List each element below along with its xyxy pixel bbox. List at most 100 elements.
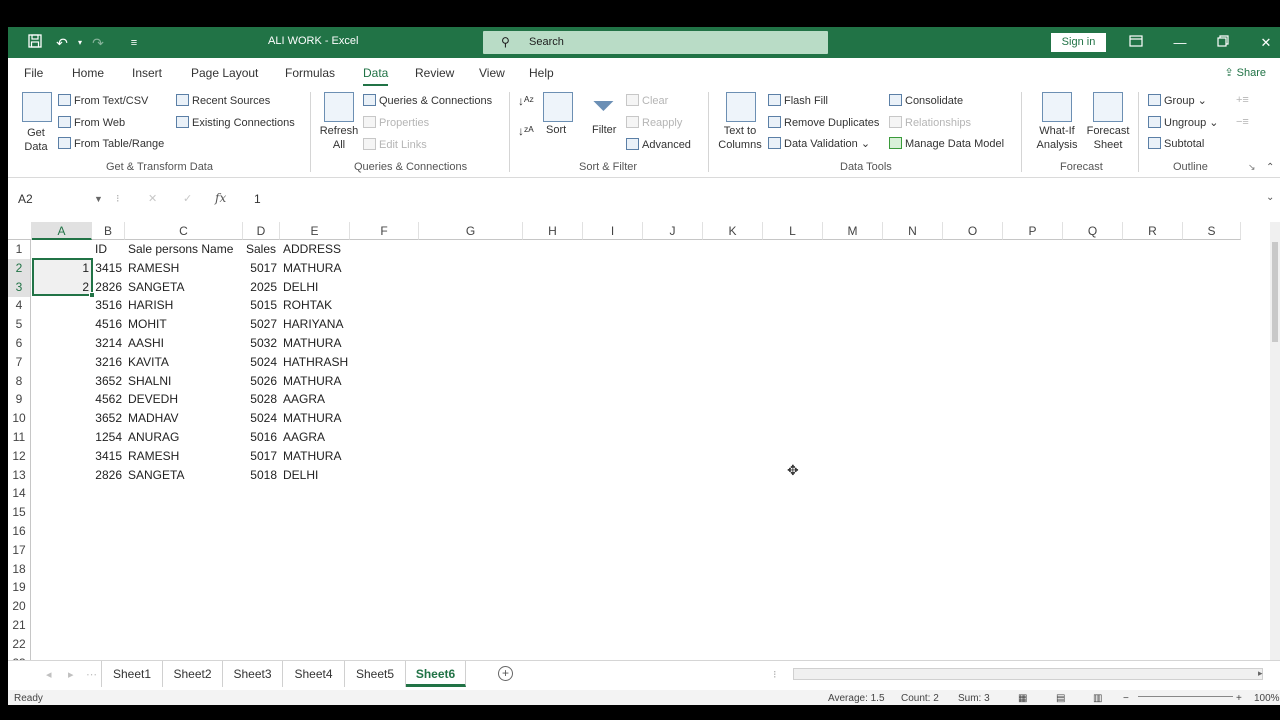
- cell-address[interactable]: MATHURA: [280, 372, 344, 391]
- cell-address[interactable]: DELHI: [280, 466, 321, 485]
- cell-name[interactable]: SANGETA: [125, 466, 187, 485]
- column-header-s[interactable]: S: [1183, 222, 1241, 240]
- scrollbar-thumb[interactable]: [1272, 242, 1278, 342]
- text-to-columns-button[interactable]: Text to Columns: [716, 124, 764, 152]
- cell-sales[interactable]: 5032: [243, 334, 280, 353]
- cell-id[interactable]: 1254: [92, 428, 125, 447]
- share-button[interactable]: ⇪ Share: [1224, 66, 1266, 79]
- remove-duplicates-button[interactable]: Remove Duplicates: [768, 116, 879, 129]
- sheet-tab-3[interactable]: Sheet3: [223, 661, 283, 687]
- column-header-e[interactable]: E: [280, 222, 350, 240]
- sheet-tab-5[interactable]: Sheet5: [345, 661, 406, 687]
- column-header-n[interactable]: N: [883, 222, 943, 240]
- tab-split-handle[interactable]: ⁝: [773, 668, 777, 681]
- from-table-range-button[interactable]: From Table/Range: [58, 137, 164, 150]
- column-header-j[interactable]: J: [643, 222, 703, 240]
- row-header-19[interactable]: 19: [8, 578, 31, 598]
- ungroup-button[interactable]: Ungroup ⌄: [1148, 116, 1218, 129]
- formula-input[interactable]: 1: [254, 192, 261, 206]
- row-header-12[interactable]: 12: [8, 446, 31, 466]
- sort-button[interactable]: Sort: [546, 124, 566, 136]
- zoom-in-icon[interactable]: +: [1236, 693, 1242, 704]
- cell-id[interactable]: 3214: [92, 334, 125, 353]
- sheet-tab-4[interactable]: Sheet4: [283, 661, 345, 687]
- group-button[interactable]: Group ⌄: [1148, 94, 1207, 107]
- relationships-button[interactable]: Relationships: [889, 116, 971, 129]
- minimize-icon[interactable]: —: [1169, 33, 1191, 53]
- column-header-o[interactable]: O: [943, 222, 1003, 240]
- hide-detail-icon[interactable]: −≡: [1236, 116, 1249, 128]
- manage-data-model-button[interactable]: Manage Data Model: [889, 137, 1004, 150]
- cell-a[interactable]: 2: [32, 278, 92, 297]
- enter-formula-icon[interactable]: ✓: [183, 192, 192, 205]
- cell-a[interactable]: 1: [32, 259, 92, 278]
- cell-id[interactable]: 3415: [92, 259, 125, 278]
- zoom-level[interactable]: 100%: [1254, 693, 1280, 704]
- collapse-ribbon-icon[interactable]: ⌃: [1266, 162, 1274, 173]
- cell-name[interactable]: ANURAG: [125, 428, 182, 447]
- row-header-5[interactable]: 5: [8, 315, 31, 335]
- cell-sales[interactable]: 5026: [243, 372, 280, 391]
- recent-sources-button[interactable]: Recent Sources: [176, 94, 270, 107]
- tab-review[interactable]: Review: [415, 66, 454, 80]
- forecast-sheet-button[interactable]: Forecast Sheet: [1084, 124, 1132, 152]
- insert-function-icon[interactable]: fx: [215, 191, 226, 205]
- column-header-p[interactable]: P: [1003, 222, 1063, 240]
- cell-address[interactable]: ROHTAK: [280, 296, 335, 315]
- column-header-c[interactable]: C: [125, 222, 243, 240]
- cell-name[interactable]: SHALNI: [125, 372, 174, 391]
- edit-links-button[interactable]: Edit Links: [363, 138, 427, 151]
- what-if-analysis-icon[interactable]: [1042, 92, 1072, 122]
- reapply-button[interactable]: Reapply: [626, 116, 682, 129]
- tab-view[interactable]: View: [479, 66, 505, 80]
- subtotal-button[interactable]: Subtotal: [1148, 137, 1204, 150]
- row-header-11[interactable]: 11: [8, 428, 31, 447]
- cell-header-sales[interactable]: Sales: [243, 240, 279, 259]
- cell-sales[interactable]: 5027: [243, 315, 280, 334]
- cell-sales[interactable]: 5024: [243, 353, 280, 372]
- save-icon[interactable]: [25, 33, 45, 53]
- what-if-analysis-button[interactable]: What-If Analysis: [1030, 124, 1084, 152]
- row-header-6[interactable]: 6: [8, 334, 31, 353]
- cell-address[interactable]: HATHRASH: [280, 353, 351, 372]
- customize-quick-access-icon[interactable]: ≡: [124, 33, 144, 53]
- search-input[interactable]: ⚲ Search: [483, 31, 828, 54]
- row-header-22[interactable]: 22: [8, 634, 31, 654]
- properties-button[interactable]: Properties: [363, 116, 429, 129]
- cell-address[interactable]: MATHURA: [280, 334, 344, 353]
- cell-address[interactable]: AAGRA: [280, 390, 328, 409]
- tab-data[interactable]: Data: [363, 66, 389, 86]
- column-header-h[interactable]: H: [523, 222, 583, 240]
- forecast-sheet-icon[interactable]: [1093, 92, 1123, 122]
- column-header-m[interactable]: M: [823, 222, 883, 240]
- cell-sales[interactable]: 5017: [243, 259, 280, 278]
- prev-sheet-icon[interactable]: ◂: [46, 668, 52, 681]
- scroll-right-icon[interactable]: ▸: [1258, 668, 1263, 679]
- cell-sales[interactable]: 5016: [243, 428, 280, 447]
- cell-id[interactable]: 3652: [92, 372, 125, 391]
- row-header-14[interactable]: 14: [8, 484, 31, 504]
- sheet-tab-2[interactable]: Sheet2: [163, 661, 223, 687]
- row-header-18[interactable]: 18: [8, 559, 31, 579]
- cell-sales[interactable]: 5028: [243, 390, 280, 409]
- horizontal-scrollbar[interactable]: [793, 668, 1263, 680]
- add-sheet-icon[interactable]: +: [498, 666, 513, 681]
- undo-dropdown-icon[interactable]: ▾: [70, 33, 90, 53]
- column-header-k[interactable]: K: [703, 222, 763, 240]
- tab-help[interactable]: Help: [529, 66, 554, 80]
- text-to-columns-icon[interactable]: [726, 92, 756, 122]
- queries-connections-button[interactable]: Queries & Connections: [363, 94, 492, 107]
- cell-id[interactable]: 4516: [92, 315, 125, 334]
- name-box[interactable]: A2: [10, 188, 105, 210]
- column-header-l[interactable]: L: [763, 222, 823, 240]
- sort-descending-icon[interactable]: ↓ᶻᴬ: [518, 124, 534, 138]
- column-header-r[interactable]: R: [1123, 222, 1183, 240]
- normal-view-icon[interactable]: ▦: [1018, 693, 1027, 704]
- page-layout-view-icon[interactable]: ▤: [1056, 693, 1065, 704]
- cell-name[interactable]: RAMESH: [125, 447, 182, 466]
- tab-file[interactable]: File: [24, 66, 43, 80]
- vertical-scrollbar[interactable]: [1270, 222, 1280, 660]
- row-header-17[interactable]: 17: [8, 540, 31, 560]
- cell-id[interactable]: 4562: [92, 390, 125, 409]
- cell-sales[interactable]: 5015: [243, 296, 280, 315]
